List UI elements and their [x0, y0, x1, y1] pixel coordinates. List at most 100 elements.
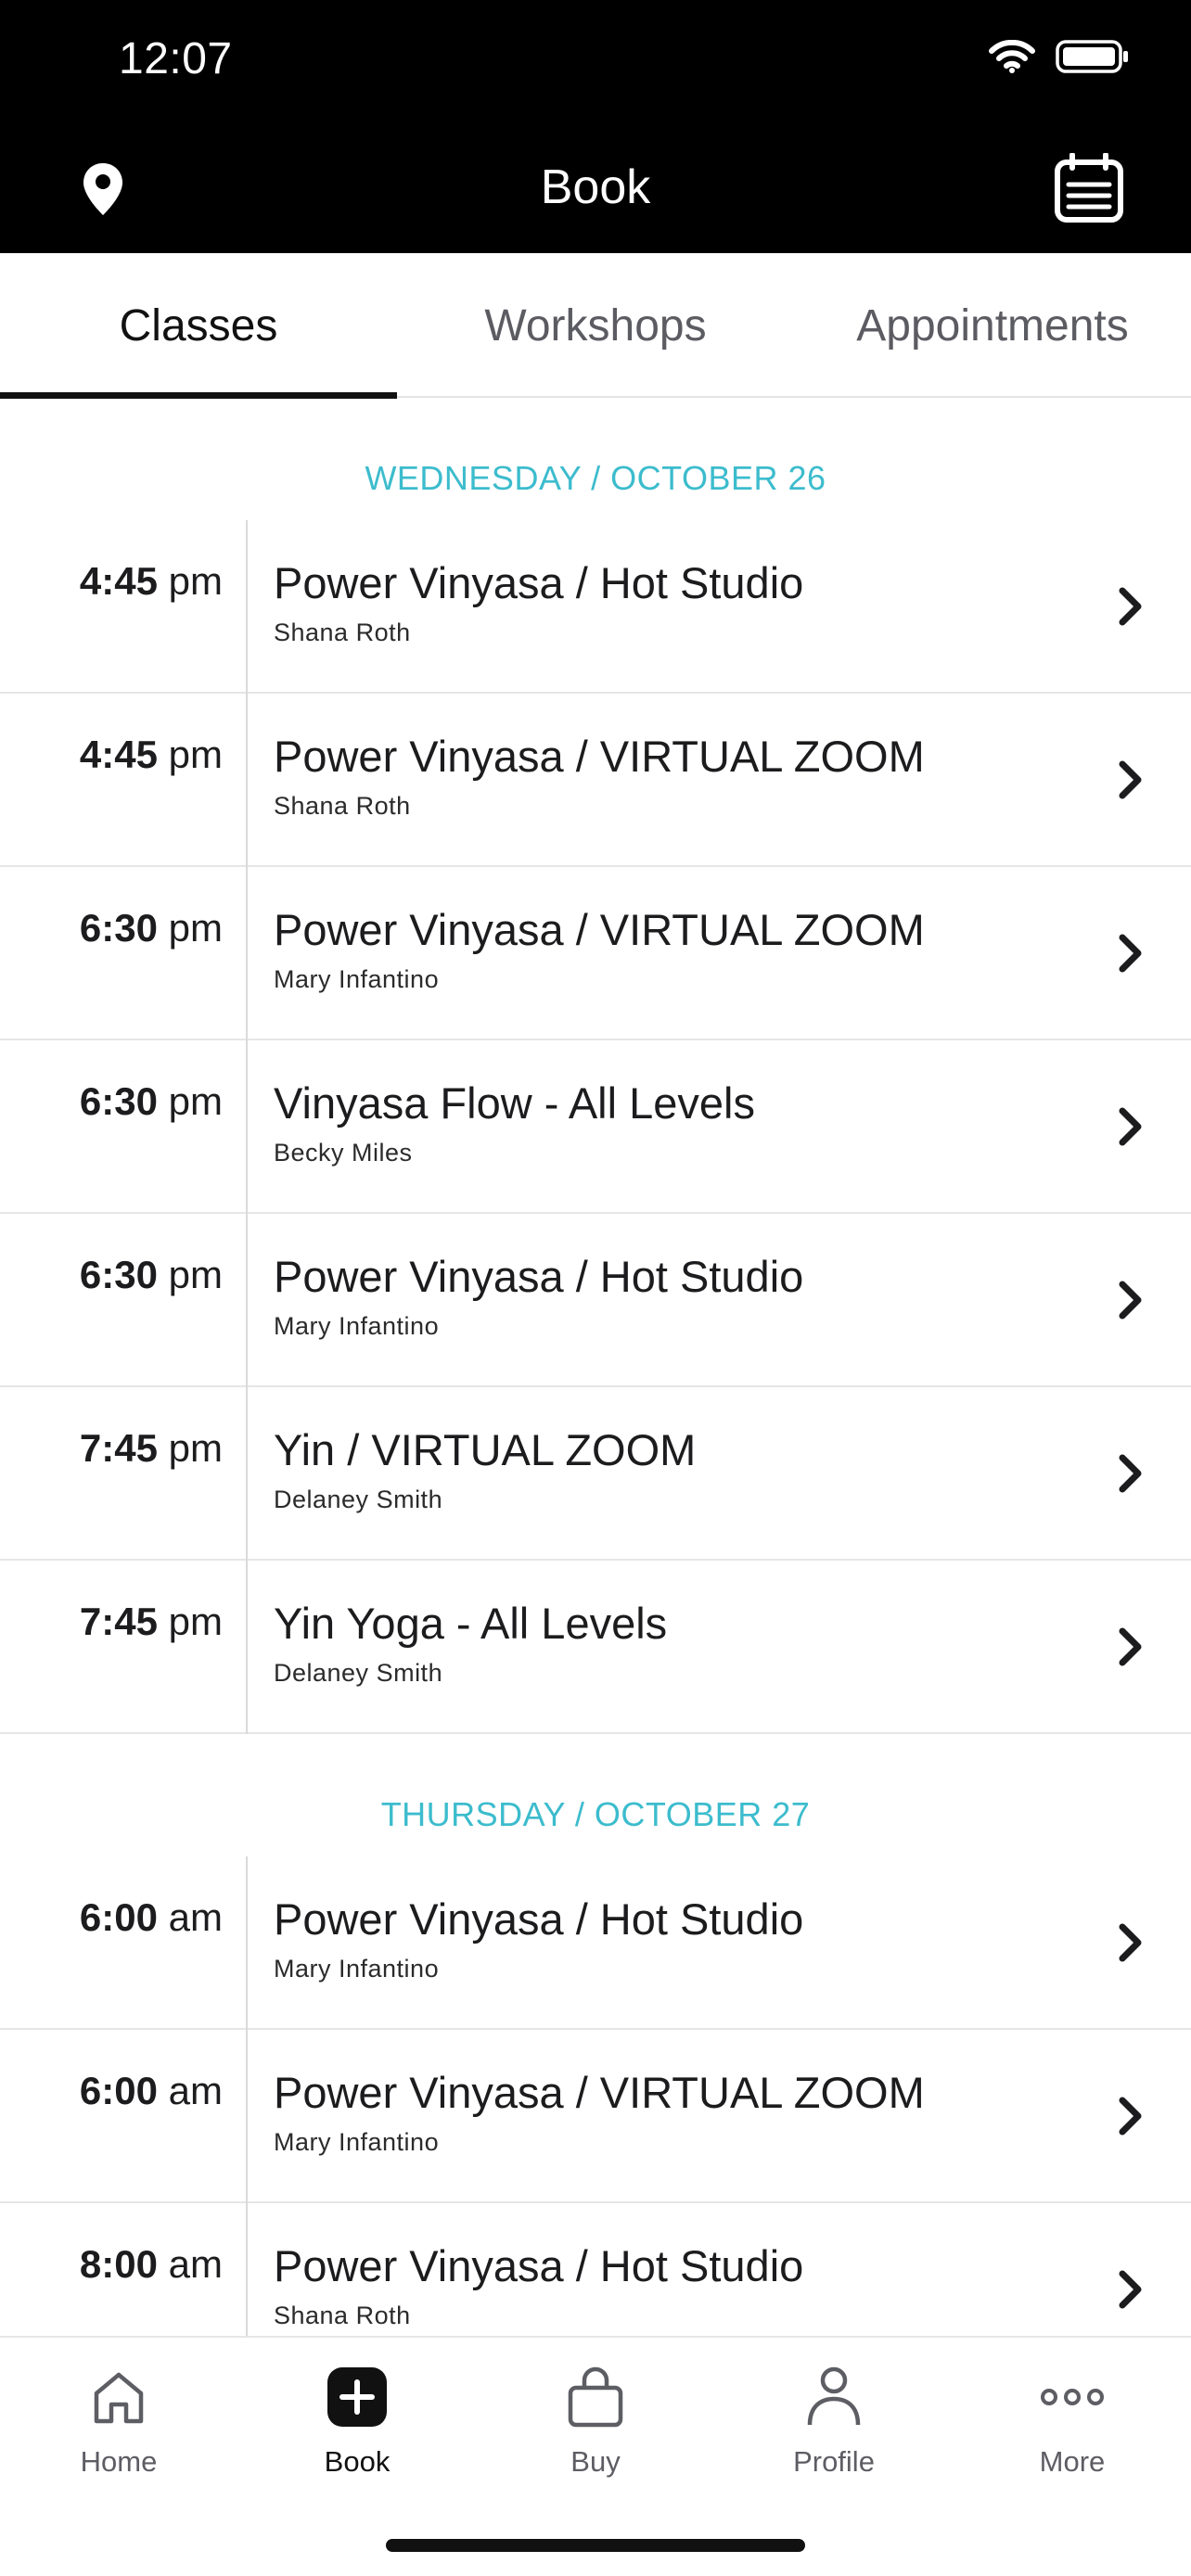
nav-book[interactable]: Book	[264, 2362, 450, 2501]
class-row[interactable]: 8:00 am Power Vinyasa / Hot Studio Shana R…	[0, 2203, 1191, 2336]
class-row[interactable]: 6:00 am Power Vinyasa / Hot Studio Mary In…	[0, 1856, 1191, 2030]
class-time-period: pm	[168, 733, 223, 776]
status-icons	[989, 39, 1130, 79]
class-time: 6:30 pm	[0, 1253, 223, 1297]
class-instructor: Mary Infantino	[274, 2128, 440, 2156]
nav-profile[interactable]: Profile	[741, 2362, 927, 2501]
nav-book-label: Book	[324, 2445, 391, 2478]
row-divider	[246, 694, 248, 867]
row-divider	[246, 520, 248, 694]
class-time: 6:30 pm	[0, 1079, 223, 1124]
home-icon	[83, 2362, 154, 2432]
chevron-right-icon	[1119, 1107, 1142, 1146]
chevron-right-icon	[1119, 587, 1142, 626]
class-time: 6:00 am	[0, 2069, 223, 2113]
class-schedule-list[interactable]: WEDNESDAY / OCTOBER 26 4:45 pm Power Vinya…	[0, 398, 1191, 2336]
row-divider	[246, 867, 248, 1040]
chevron-right-icon	[1119, 1454, 1142, 1493]
tab-classes[interactable]: Classes	[0, 253, 397, 398]
class-name: Power Vinyasa / VIRTUAL ZOOM	[274, 2068, 925, 2117]
home-indicator	[386, 2539, 805, 2552]
day-header: WEDNESDAY / OCTOBER 26	[365, 459, 826, 497]
top-bar: 12:07 Book	[0, 0, 1191, 253]
class-row[interactable]: 6:30 pm Power Vinyasa / Hot Studio Mary In…	[0, 1214, 1191, 1387]
calendar-icon	[1055, 153, 1123, 223]
class-time-value: 6:30	[79, 906, 158, 950]
class-instructor: Mary Infantino	[274, 965, 440, 993]
class-name: Power Vinyasa / Hot Studio	[274, 1252, 804, 1301]
chevron-right-icon	[1119, 2270, 1142, 2309]
class-time: 7:45 pm	[0, 1600, 223, 1644]
battery-icon	[1056, 39, 1130, 79]
class-time-period: pm	[168, 559, 223, 603]
class-row[interactable]: 6:00 am Power Vinyasa / VIRTUAL ZOOM Mary …	[0, 2030, 1191, 2203]
class-time-value: 8:00	[79, 2242, 158, 2286]
class-time-value: 4:45	[79, 559, 158, 603]
class-instructor: Mary Infantino	[274, 1955, 440, 1983]
ellipsis-icon	[1037, 2362, 1108, 2432]
class-name: Vinyasa Flow - All Levels	[274, 1078, 755, 1128]
class-time: 8:00 am	[0, 2242, 223, 2287]
calendar-button[interactable]	[1052, 150, 1126, 226]
class-time: 6:00 am	[0, 1895, 223, 1940]
tab-appointments[interactable]: Appointments	[794, 253, 1191, 398]
class-time-value: 4:45	[79, 733, 158, 776]
row-divider	[246, 2030, 248, 2203]
class-name: Yin / VIRTUAL ZOOM	[274, 1425, 697, 1474]
class-time-value: 7:45	[79, 1600, 158, 1643]
nav-buy[interactable]: Buy	[503, 2362, 688, 2501]
row-divider	[246, 2203, 248, 2336]
class-time-value: 6:00	[79, 2069, 158, 2112]
class-instructor: Shana Roth	[274, 618, 411, 646]
row-divider	[246, 1040, 248, 1214]
row-divider	[246, 1214, 248, 1387]
page-title: Book	[540, 160, 651, 214]
shopping-bag-icon	[560, 2362, 631, 2432]
class-name: Power Vinyasa / VIRTUAL ZOOM	[274, 905, 925, 954]
wifi-icon	[989, 39, 1035, 78]
person-icon	[799, 2362, 869, 2432]
class-name: Power Vinyasa / Hot Studio	[274, 558, 804, 607]
chevron-right-icon	[1119, 2097, 1142, 2136]
class-time: 7:45 pm	[0, 1426, 223, 1471]
nav-profile-label: Profile	[793, 2445, 875, 2478]
chevron-right-icon	[1119, 1627, 1142, 1666]
class-row[interactable]: 7:45 pm Yin Yoga - All Levels Delaney Smit…	[0, 1561, 1191, 1734]
class-instructor: Delaney Smith	[274, 1486, 443, 1513]
booking-tabs: Classes Workshops Appointments	[0, 253, 1191, 399]
class-time-value: 6:00	[79, 1895, 158, 1939]
class-name: Yin Yoga - All Levels	[274, 1599, 668, 1648]
nav-buy-label: Buy	[570, 2445, 621, 2478]
class-time-period: pm	[168, 1253, 223, 1296]
class-time-period: am	[168, 1895, 223, 1939]
class-time-period: pm	[168, 1079, 223, 1123]
class-time-value: 7:45	[79, 1426, 158, 1470]
row-divider	[246, 1387, 248, 1561]
class-time-value: 6:30	[79, 1079, 158, 1123]
nav-more[interactable]: More	[980, 2362, 1165, 2501]
class-row[interactable]: 6:30 pm Vinyasa Flow - All Levels Becky Mi…	[0, 1040, 1191, 1214]
class-instructor: Delaney Smith	[274, 1659, 443, 1687]
class-row[interactable]: 4:45 pm Power Vinyasa / VIRTUAL ZOOM Shana…	[0, 694, 1191, 867]
class-row[interactable]: 4:45 pm Power Vinyasa / Hot Studio Shana R…	[0, 520, 1191, 694]
class-name: Power Vinyasa / VIRTUAL ZOOM	[274, 732, 925, 781]
chevron-right-icon	[1119, 1281, 1142, 1320]
class-row[interactable]: 7:45 pm Yin / VIRTUAL ZOOM Delaney Smith	[0, 1387, 1191, 1561]
class-name: Power Vinyasa / Hot Studio	[274, 1894, 804, 1944]
class-time-period: pm	[168, 1426, 223, 1470]
class-time: 4:45 pm	[0, 559, 223, 604]
nav-home-label: Home	[80, 2445, 158, 2478]
class-time-period: pm	[168, 1600, 223, 1643]
status-time: 12:07	[119, 34, 233, 83]
nav-more-label: More	[1039, 2445, 1106, 2478]
class-instructor: Shana Roth	[274, 792, 411, 820]
class-row[interactable]: 6:30 pm Power Vinyasa / VIRTUAL ZOOM Mary …	[0, 867, 1191, 1040]
row-divider	[246, 1561, 248, 1734]
chevron-right-icon	[1119, 1923, 1142, 1962]
day-header: THURSDAY / OCTOBER 27	[380, 1795, 811, 1833]
chevron-right-icon	[1119, 760, 1142, 799]
class-instructor: Shana Roth	[274, 2302, 411, 2329]
nav-home[interactable]: Home	[26, 2362, 211, 2501]
class-time-period: am	[168, 2069, 223, 2112]
tab-workshops[interactable]: Workshops	[397, 253, 794, 398]
